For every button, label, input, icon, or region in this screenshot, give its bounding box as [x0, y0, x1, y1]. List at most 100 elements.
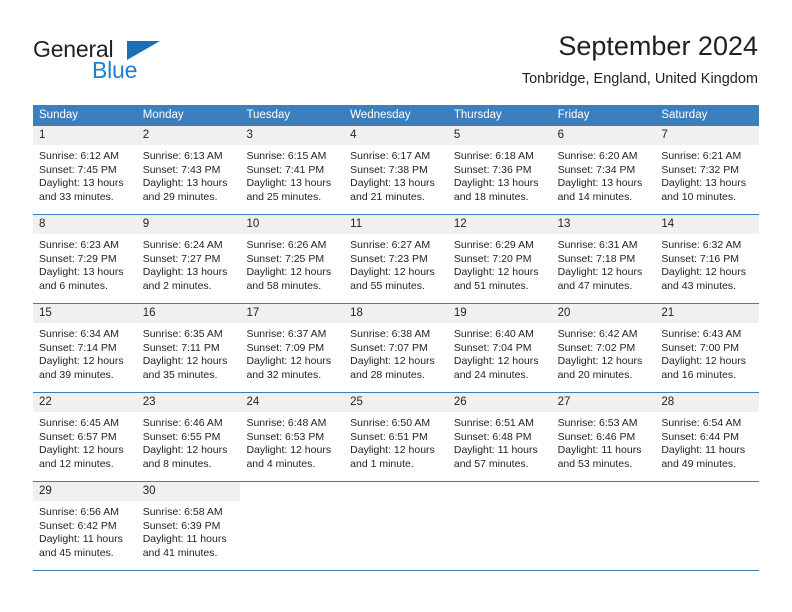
day-number: 20: [551, 304, 656, 323]
sunrise-text: Sunrise: 6:29 AM: [453, 239, 534, 251]
day-info: Sunrise: 6:54 AM Sunset: 6:44 PM Dayligh…: [655, 412, 759, 471]
day-cell[interactable]: 18 Sunrise: 6:38 AM Sunset: 7:07 PM Dayl…: [344, 304, 448, 392]
day-cell[interactable]: 7 Sunrise: 6:21 AM Sunset: 7:32 PM Dayli…: [655, 126, 760, 214]
day-info: Sunrise: 6:48 AM Sunset: 6:53 PM Dayligh…: [240, 412, 344, 471]
day-cell[interactable]: 29 Sunrise: 6:56 AM Sunset: 6:42 PM Dayl…: [33, 482, 137, 570]
sunrise-text: Sunrise: 6:42 AM: [557, 328, 638, 340]
sunset-text: Sunset: 6:55 PM: [142, 430, 221, 443]
day-info: Sunrise: 6:34 AM Sunset: 7:14 PM Dayligh…: [33, 323, 137, 382]
daylight-text-line1: Daylight: 13 hours: [39, 266, 124, 279]
day-number: 11: [344, 215, 448, 234]
day-number: 22: [33, 393, 137, 412]
sunset-text: Sunset: 6:39 PM: [142, 519, 221, 532]
weekday-header-friday: Friday: [557, 109, 590, 121]
day-cell[interactable]: 23 Sunrise: 6:46 AM Sunset: 6:55 PM Dayl…: [136, 393, 241, 481]
day-number: 25: [344, 393, 448, 412]
day-info: Sunrise: 6:15 AM Sunset: 7:41 PM Dayligh…: [240, 145, 344, 204]
day-cell[interactable]: 3 Sunrise: 6:15 AM Sunset: 7:41 PM Dayli…: [240, 126, 345, 214]
day-number: 3: [240, 126, 345, 145]
daylight-text-line2: and 57 minutes.: [453, 457, 529, 470]
day-info: Sunrise: 6:46 AM Sunset: 6:55 PM Dayligh…: [137, 412, 241, 471]
daylight-text-line1: Daylight: 11 hours: [142, 533, 227, 546]
weekday-header-monday: Monday: [142, 109, 184, 121]
day-info: Sunrise: 6:50 AM Sunset: 6:51 PM Dayligh…: [344, 412, 448, 471]
day-cell[interactable]: 28 Sunrise: 6:54 AM Sunset: 6:44 PM Dayl…: [655, 393, 760, 481]
weekday-header-row: Sunday Monday Tuesday Wednesday Thursday…: [33, 105, 759, 126]
weekday-header-sunday: Sunday: [39, 109, 79, 121]
day-info: Sunrise: 6:51 AM Sunset: 6:48 PM Dayligh…: [448, 412, 552, 471]
day-number: 17: [240, 304, 345, 323]
day-cell[interactable]: 17 Sunrise: 6:37 AM Sunset: 7:09 PM Dayl…: [240, 304, 345, 392]
day-number: 1: [33, 126, 137, 145]
day-cell[interactable]: 1 Sunrise: 6:12 AM Sunset: 7:45 PM Dayli…: [33, 126, 137, 214]
daylight-text-line1: Daylight: 12 hours: [39, 355, 124, 368]
daylight-text-line1: Daylight: 13 hours: [142, 177, 228, 190]
sunrise-text: Sunrise: 6:21 AM: [661, 150, 742, 162]
daylight-text-line1: Daylight: 12 hours: [453, 355, 539, 368]
sunrise-text: Sunrise: 6:31 AM: [557, 239, 638, 251]
sunrise-text: Sunrise: 6:35 AM: [142, 328, 223, 340]
day-number: 28: [655, 393, 760, 412]
day-cell[interactable]: 24 Sunrise: 6:48 AM Sunset: 6:53 PM Dayl…: [240, 393, 345, 481]
calendar-week-row: 8 Sunrise: 6:23 AM Sunset: 7:29 PM Dayli…: [33, 215, 760, 304]
sunrise-text: Sunrise: 6:15 AM: [246, 150, 327, 162]
day-info: Sunrise: 6:18 AM Sunset: 7:36 PM Dayligh…: [448, 145, 552, 204]
weekday-header-thursday: Thursday: [453, 109, 502, 121]
daylight-text-line2: and 49 minutes.: [661, 457, 737, 470]
general-blue-logo: General Blue: [33, 36, 233, 90]
daylight-text-line2: and 4 minutes.: [246, 457, 316, 470]
day-number: [655, 482, 760, 501]
day-cell[interactable]: 21 Sunrise: 6:43 AM Sunset: 7:00 PM Dayl…: [655, 304, 760, 392]
day-cell[interactable]: 6 Sunrise: 6:20 AM Sunset: 7:34 PM Dayli…: [551, 126, 656, 214]
sunrise-text: Sunrise: 6:43 AM: [661, 328, 742, 340]
sunset-text: Sunset: 7:45 PM: [39, 163, 117, 176]
daylight-text-line1: Daylight: 12 hours: [350, 444, 435, 457]
day-cell[interactable]: 20 Sunrise: 6:42 AM Sunset: 7:02 PM Dayl…: [551, 304, 656, 392]
day-number: 6: [551, 126, 656, 145]
sunrise-text: Sunrise: 6:13 AM: [142, 150, 223, 162]
day-cell[interactable]: 16 Sunrise: 6:35 AM Sunset: 7:11 PM Dayl…: [136, 304, 241, 392]
sunrise-text: Sunrise: 6:50 AM: [350, 417, 431, 429]
sunset-text: Sunset: 7:32 PM: [661, 163, 739, 176]
day-cell[interactable]: 14 Sunrise: 6:32 AM Sunset: 7:16 PM Dayl…: [655, 215, 760, 303]
day-number: 24: [240, 393, 345, 412]
day-info: Sunrise: 6:29 AM Sunset: 7:20 PM Dayligh…: [448, 234, 552, 293]
day-number: 26: [447, 393, 552, 412]
daylight-text-line1: Daylight: 12 hours: [350, 266, 435, 279]
sunset-text: Sunset: 7:27 PM: [142, 252, 221, 265]
day-number: 2: [136, 126, 241, 145]
daylight-text-line2: and 32 minutes.: [246, 368, 322, 381]
sunrise-text: Sunrise: 6:38 AM: [350, 328, 431, 340]
day-info: Sunrise: 6:58 AM Sunset: 6:39 PM Dayligh…: [137, 501, 241, 560]
daylight-text-line2: and 1 minute.: [350, 457, 414, 470]
day-cell[interactable]: 22 Sunrise: 6:45 AM Sunset: 6:57 PM Dayl…: [33, 393, 137, 481]
sunrise-text: Sunrise: 6:12 AM: [39, 150, 119, 162]
day-cell[interactable]: 27 Sunrise: 6:53 AM Sunset: 6:46 PM Dayl…: [551, 393, 656, 481]
day-info: Sunrise: 6:35 AM Sunset: 7:11 PM Dayligh…: [137, 323, 241, 382]
day-cell[interactable]: 13 Sunrise: 6:31 AM Sunset: 7:18 PM Dayl…: [551, 215, 656, 303]
daylight-text-line2: and 20 minutes.: [557, 368, 633, 381]
day-cell[interactable]: 15 Sunrise: 6:34 AM Sunset: 7:14 PM Dayl…: [33, 304, 137, 392]
daylight-text-line1: Daylight: 13 hours: [39, 177, 124, 190]
day-info: Sunrise: 6:45 AM Sunset: 6:57 PM Dayligh…: [33, 412, 137, 471]
day-cell[interactable]: 12 Sunrise: 6:29 AM Sunset: 7:20 PM Dayl…: [447, 215, 552, 303]
day-number: 5: [447, 126, 552, 145]
day-cell[interactable]: 30 Sunrise: 6:58 AM Sunset: 6:39 PM Dayl…: [136, 482, 241, 570]
day-cell[interactable]: 2 Sunrise: 6:13 AM Sunset: 7:43 PM Dayli…: [136, 126, 241, 214]
day-cell[interactable]: 9 Sunrise: 6:24 AM Sunset: 7:27 PM Dayli…: [136, 215, 241, 303]
day-cell[interactable]: 11 Sunrise: 6:27 AM Sunset: 7:23 PM Dayl…: [344, 215, 448, 303]
day-cell[interactable]: 8 Sunrise: 6:23 AM Sunset: 7:29 PM Dayli…: [33, 215, 137, 303]
day-cell[interactable]: 4 Sunrise: 6:17 AM Sunset: 7:38 PM Dayli…: [344, 126, 448, 214]
day-cell[interactable]: 5 Sunrise: 6:18 AM Sunset: 7:36 PM Dayli…: [447, 126, 552, 214]
day-cell-empty: [344, 482, 448, 570]
day-cell[interactable]: 19 Sunrise: 6:40 AM Sunset: 7:04 PM Dayl…: [447, 304, 552, 392]
sunrise-text: Sunrise: 6:53 AM: [557, 417, 638, 429]
day-cell[interactable]: 26 Sunrise: 6:51 AM Sunset: 6:48 PM Dayl…: [447, 393, 552, 481]
sunset-text: Sunset: 6:57 PM: [39, 430, 117, 443]
day-number: 21: [655, 304, 760, 323]
calendar-grid: Sunday Monday Tuesday Wednesday Thursday…: [33, 105, 760, 571]
day-info: Sunrise: 6:23 AM Sunset: 7:29 PM Dayligh…: [33, 234, 137, 293]
day-cell[interactable]: 25 Sunrise: 6:50 AM Sunset: 6:51 PM Dayl…: [344, 393, 448, 481]
daylight-text-line2: and 18 minutes.: [453, 190, 529, 203]
day-cell[interactable]: 10 Sunrise: 6:26 AM Sunset: 7:25 PM Dayl…: [240, 215, 345, 303]
